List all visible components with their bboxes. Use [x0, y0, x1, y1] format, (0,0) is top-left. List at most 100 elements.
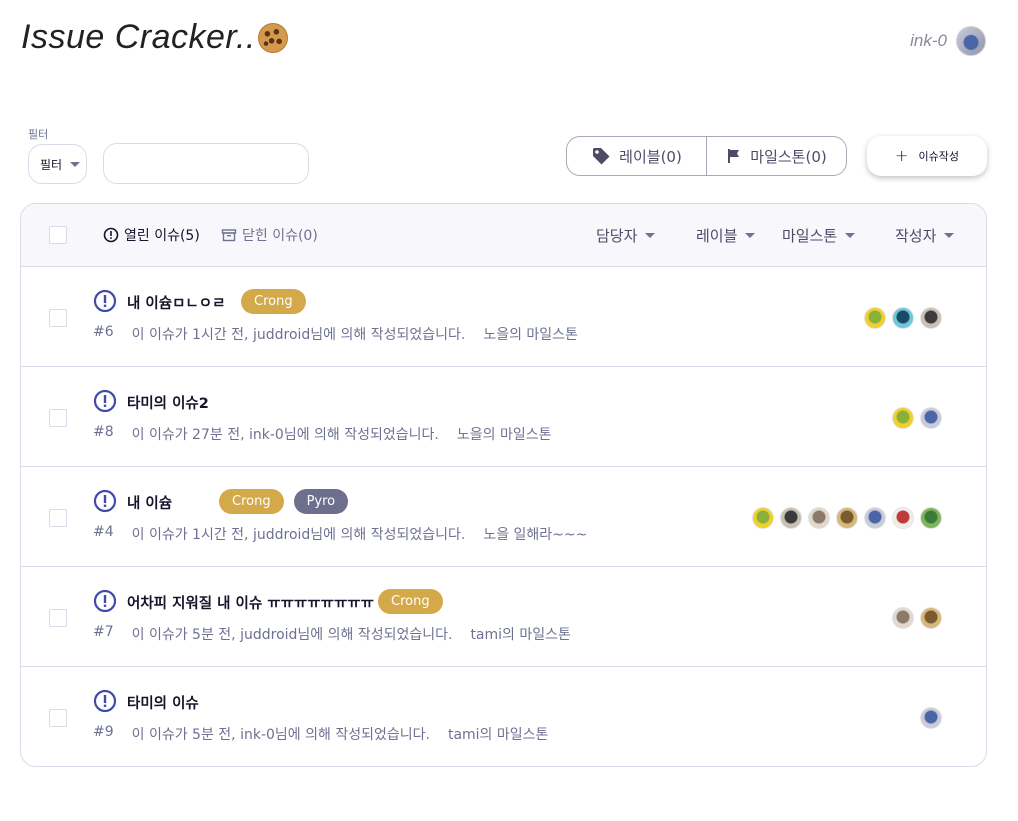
label-badge[interactable]: Pyro [293, 489, 349, 514]
issue-title[interactable]: 타미의 이슈 [127, 692, 199, 713]
issue-title[interactable]: 내 이슘 [127, 492, 172, 513]
label-milestone-group: 레이블(0) 마일스톤(0) [566, 136, 847, 176]
assignee-avatars [892, 607, 942, 629]
labels-button[interactable]: 레이블(0) [567, 137, 706, 175]
assignee-avatar[interactable] [892, 607, 914, 629]
app-logo[interactable]: Issue Cracker.. [21, 18, 288, 57]
search-input[interactable] [103, 143, 309, 184]
label-badge[interactable]: Crong [219, 489, 284, 514]
label-badge[interactable]: Crong [378, 589, 443, 614]
alert-circle-icon [103, 227, 119, 243]
assignee-avatar[interactable] [892, 307, 914, 329]
issue-number: #7 [93, 624, 114, 640]
issue-milestone[interactable]: 노을 일해라~~~ [483, 524, 587, 544]
tab-closed-label: 닫힌 이슈(0) [242, 228, 318, 244]
issue-checkbox[interactable] [49, 409, 67, 427]
new-issue-button[interactable]: + 이슈작성 [867, 136, 987, 176]
user-name: ink-0 [910, 31, 947, 50]
tab-closed-issues[interactable]: 닫힌 이슈(0) [221, 225, 318, 245]
assignee-avatars [864, 307, 942, 329]
issue-open-icon [93, 689, 117, 713]
issue-open-icon [93, 489, 117, 513]
assignee-avatar[interactable] [836, 507, 858, 529]
assignee-avatar[interactable] [892, 507, 914, 529]
assignee-avatar[interactable] [920, 607, 942, 629]
issue-row[interactable]: 내 이슘ㅁㄴㅇㄹ Crong #6 이 이슈가 1시간 전, juddroid님에 의… [21, 267, 986, 367]
caret-down-icon [645, 233, 656, 238]
issue-row[interactable]: 내 이슘 Crong Pyro #4 이 이슈가 1시간 전, juddroid님에 의… [21, 467, 986, 567]
assignee-filter[interactable]: 담당자 [596, 225, 656, 246]
issue-open-icon [93, 289, 117, 313]
issue-meta-text: 이 이슈가 5분 전, ink-0님에 의해 작성되었습니다. [131, 727, 430, 743]
issue-labels: Crong Pyro [219, 489, 349, 514]
issue-number: #8 [93, 424, 114, 440]
logo-text: Issue Cracker.. [21, 18, 256, 56]
assignee-avatar[interactable] [752, 507, 774, 529]
issue-number: #9 [93, 724, 114, 740]
issue-open-icon [93, 589, 117, 613]
issue-row[interactable]: 어차피 지워질 내 이슈 ㅠㅠㅠㅠㅠㅠㅠㅠ Crong #7 이 이슈가 5분 전, … [21, 567, 986, 667]
assignee-avatar[interactable] [892, 407, 914, 429]
table-header: 열린 이슈(5) 닫힌 이슈(0) 담당자 레이블 마일스톤 작성자 [21, 204, 986, 267]
tag-icon [593, 148, 610, 165]
issue-title[interactable]: 어차피 지워질 내 이슈 ㅠㅠㅠㅠㅠㅠㅠㅠ [127, 592, 374, 613]
issue-meta-text: 이 이슈가 5분 전, juddroid님에 의해 작성되었습니다. [131, 627, 453, 643]
assignee-avatar[interactable] [920, 307, 942, 329]
tab-open-label: 열린 이슈(5) [124, 228, 200, 244]
assignee-avatars [892, 407, 942, 429]
assignee-avatar[interactable] [864, 507, 886, 529]
issue-milestone[interactable]: tami의 마일스톤 [448, 724, 548, 744]
new-issue-label: 이슈작성 [918, 150, 959, 163]
issue-meta: #8 이 이슈가 27분 전, ink-0님에 의해 작성되었습니다. 노을의 마일… [93, 424, 551, 444]
issue-title[interactable]: 타미의 이슈2 [127, 392, 209, 413]
caret-down-icon [845, 233, 856, 238]
issue-checkbox[interactable] [49, 509, 67, 527]
issue-milestone[interactable]: 노을의 마일스톤 [457, 424, 552, 444]
issue-checkbox[interactable] [49, 309, 67, 327]
user-menu[interactable]: ink-0 [910, 26, 986, 56]
user-avatar[interactable] [956, 26, 986, 56]
issue-milestone[interactable]: tami의 마일스톤 [470, 624, 570, 644]
filter-dropdown[interactable]: 필터 [28, 144, 87, 184]
milestone-filter[interactable]: 마일스톤 [782, 225, 856, 246]
assignee-avatar[interactable] [920, 707, 942, 729]
author-filter-label: 작성자 [895, 227, 937, 245]
assignee-avatar[interactable] [920, 507, 942, 529]
assignee-avatars [920, 707, 942, 729]
issue-labels: Crong [378, 589, 443, 614]
caret-down-icon [944, 233, 955, 238]
caret-down-icon [745, 233, 756, 238]
issue-number: #4 [93, 524, 114, 540]
assignee-filter-label: 담당자 [596, 227, 638, 245]
issue-table: 열린 이슈(5) 닫힌 이슈(0) 담당자 레이블 마일스톤 작성자 내 이슘ㅁ… [20, 203, 987, 767]
assignee-avatar[interactable] [920, 407, 942, 429]
milestones-button[interactable]: 마일스톤(0) [706, 137, 846, 175]
issue-meta: #9 이 이슈가 5분 전, ink-0님에 의해 작성되었습니다. tami의 마… [93, 724, 548, 744]
issue-meta: #6 이 이슈가 1시간 전, juddroid님에 의해 작성되었습니다. 노을의… [93, 324, 578, 344]
assignee-avatar[interactable] [808, 507, 830, 529]
issue-row[interactable]: 타미의 이슈2 #8 이 이슈가 27분 전, ink-0님에 의해 작성되었습니다… [21, 367, 986, 467]
issue-open-icon [93, 389, 117, 413]
issue-labels: Crong [241, 289, 306, 314]
issue-title[interactable]: 내 이슘ㅁㄴㅇㄹ [127, 292, 225, 313]
labels-button-label: 레이블(0) [619, 147, 682, 166]
caret-down-icon [70, 161, 81, 167]
issue-row[interactable]: 타미의 이슈 #9 이 이슈가 5분 전, ink-0님에 의해 작성되었습니다. t… [21, 667, 986, 766]
issue-checkbox[interactable] [49, 709, 67, 727]
assignee-avatar[interactable] [864, 307, 886, 329]
assignee-avatar[interactable] [780, 507, 802, 529]
author-filter[interactable]: 작성자 [895, 225, 955, 246]
label-filter[interactable]: 레이블 [696, 225, 756, 246]
milestones-button-label: 마일스톤(0) [750, 147, 827, 166]
issue-number: #6 [93, 324, 114, 340]
issue-checkbox[interactable] [49, 609, 67, 627]
issue-milestone[interactable]: 노을의 마일스톤 [483, 324, 578, 344]
issue-list: 내 이슘ㅁㄴㅇㄹ Crong #6 이 이슈가 1시간 전, juddroid님에 의… [21, 267, 986, 766]
flag-icon [728, 149, 740, 163]
tab-open-issues[interactable]: 열린 이슈(5) [103, 225, 200, 245]
label-badge[interactable]: Crong [241, 289, 306, 314]
issue-meta: #7 이 이슈가 5분 전, juddroid님에 의해 작성되었습니다. tami… [93, 624, 571, 644]
plus-icon: + [895, 146, 909, 165]
label-filter-label: 레이블 [696, 227, 738, 245]
select-all-checkbox[interactable] [49, 226, 67, 244]
